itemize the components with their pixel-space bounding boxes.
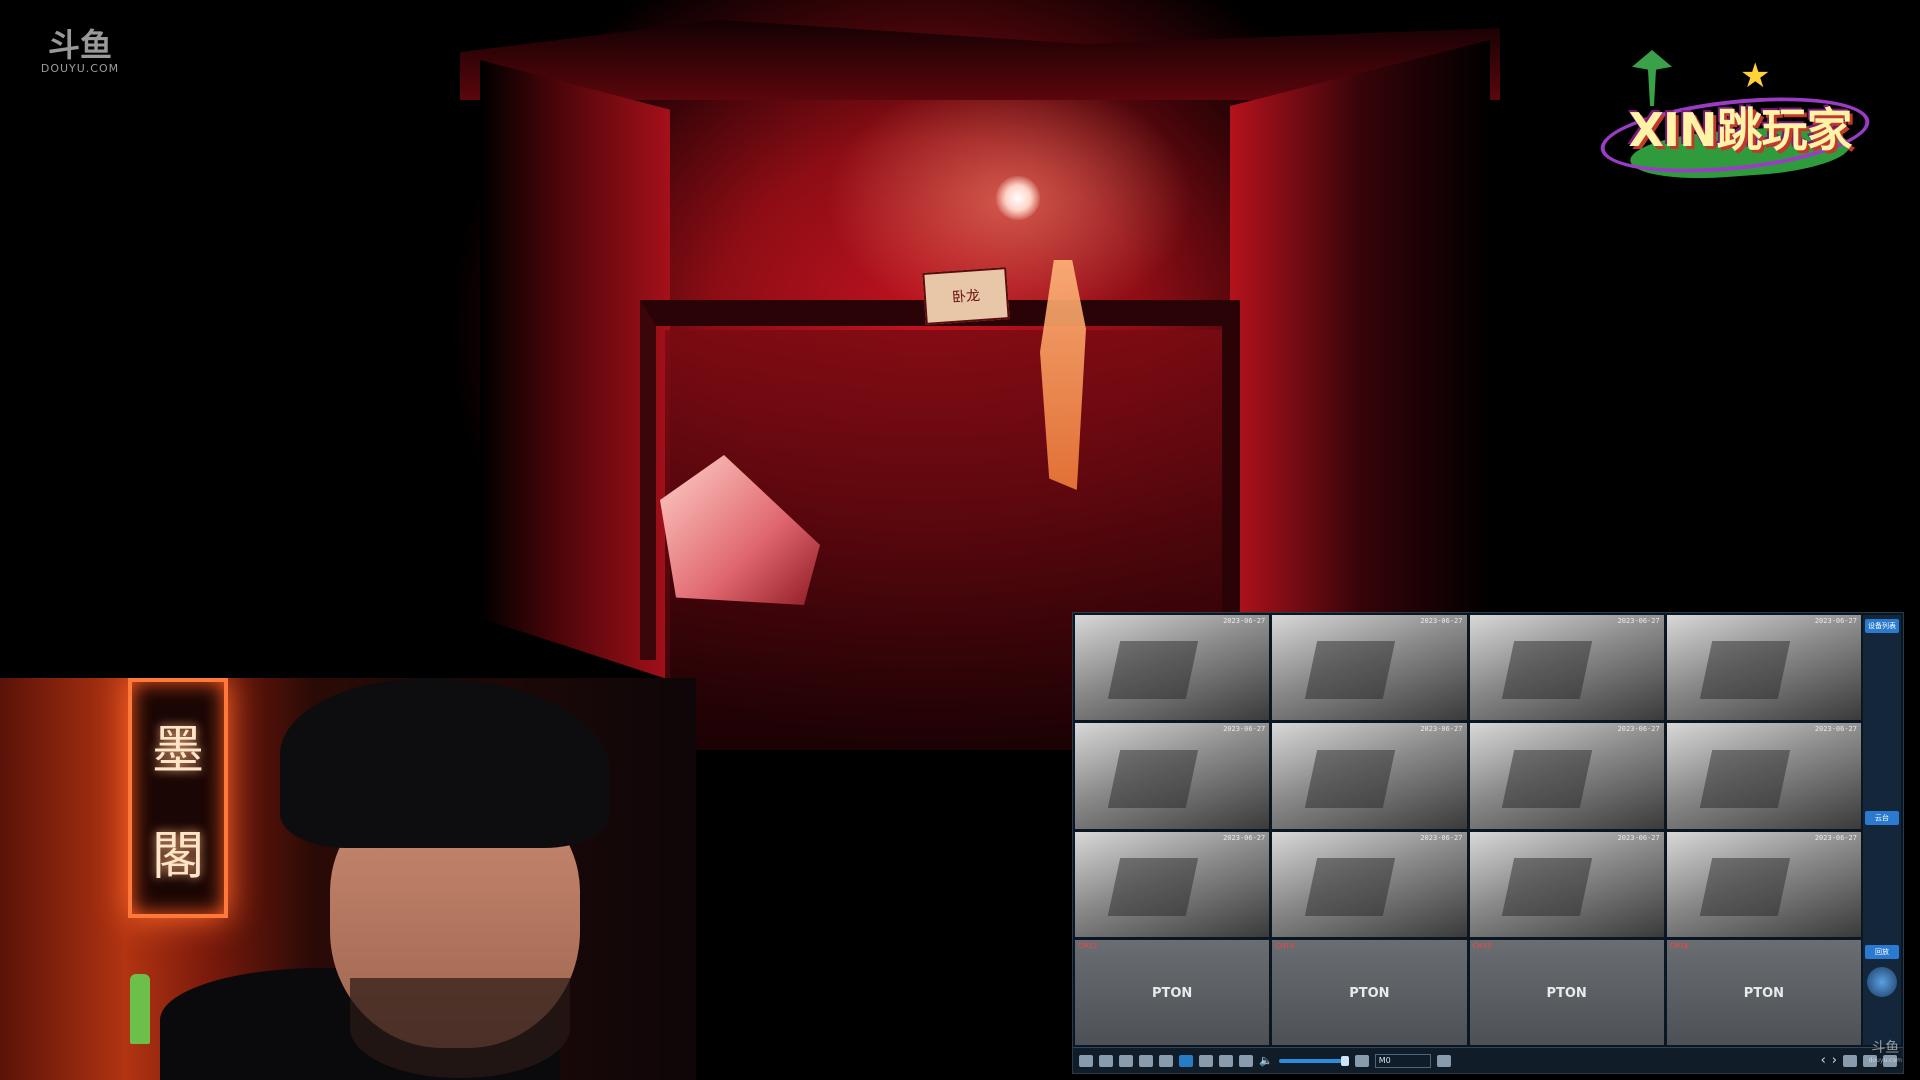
right-wall [1230, 40, 1490, 700]
camera-timestamp: 2023-06-27 [1814, 725, 1857, 734]
camera-tile[interactable]: 2023-06-27 [1666, 831, 1861, 937]
record-icon[interactable] [1239, 1054, 1253, 1067]
streamer-webcam: 墨 閣 [0, 678, 696, 1080]
volume-slider[interactable] [1278, 1055, 1349, 1066]
settings-icon[interactable] [1354, 1054, 1369, 1067]
camera-timestamp: 2023-06-27 [1617, 833, 1660, 842]
ceiling-lamp [996, 176, 1040, 220]
camera-timestamp: 2023-06-27 [1223, 833, 1266, 842]
camera-timestamp: 2023-06-27 [1420, 617, 1463, 625]
neon-sign-char-1: 墨 [151, 720, 204, 781]
dvr-brand-logo: PTON [1546, 986, 1587, 1002]
douyu-logo-domain: DOUYU.COM [40, 62, 120, 75]
layout-custom-icon[interactable] [1179, 1054, 1193, 1067]
capture-icon[interactable] [1219, 1054, 1233, 1067]
star-icon: ★ [1740, 56, 1771, 96]
corner-watermark-text: 斗鱼 [1871, 1040, 1900, 1056]
camera-timestamp: 2023-06-27 [1617, 725, 1660, 734]
camera-timestamp: 2023-06-27 [1223, 725, 1266, 734]
door-sign: 卧龙 [922, 267, 1010, 325]
camera-timestamp: 2023-06-27 [1420, 725, 1463, 734]
camera-tile[interactable]: 2023-06-27 [1469, 831, 1664, 937]
dvr-brand-logo: PTON [1743, 986, 1785, 1002]
empty-camera-tile[interactable]: CH14 PTON [1272, 939, 1467, 1045]
empty-camera-tile[interactable]: CH15 PTON [1469, 939, 1664, 1045]
device-list-button[interactable]: 设备列表 [1865, 619, 1899, 633]
volume-slider-thumb[interactable] [1340, 1055, 1349, 1066]
layout-9-icon[interactable] [1119, 1054, 1133, 1067]
channel-label: CH14 [1275, 941, 1295, 950]
camera-tile[interactable]: 2023-06-27 [1469, 615, 1664, 721]
mute-icon[interactable] [1843, 1054, 1857, 1067]
empty-camera-tile[interactable]: CH13 PTON [1075, 939, 1270, 1045]
streamer-hair [280, 678, 610, 848]
dvr-brand-logo: PTON [1151, 986, 1193, 1002]
streamer-beard [350, 978, 570, 1078]
camera-timestamp: 2023-06-27 [1223, 617, 1266, 625]
camera-tile[interactable]: 2023-06-27 [1666, 615, 1861, 721]
camera-tile[interactable]: 2023-06-27 [1272, 723, 1467, 829]
show-logo: ★ XIN跳玩家 [1597, 50, 1873, 184]
channel-label: CH16 [1669, 941, 1689, 950]
corner-watermark: 斗鱼 douyu.com [1869, 1037, 1902, 1064]
neon-sign-char-2: 閣 [151, 826, 204, 887]
camera-tile[interactable]: 2023-06-27 [1272, 831, 1467, 937]
camera-timestamp: 2023-06-27 [1814, 833, 1857, 842]
camera-timestamp: 2023-06-27 [1420, 833, 1463, 842]
camera-tile[interactable]: 2023-06-27 [1075, 831, 1270, 937]
drink-bottle [130, 974, 150, 1044]
empty-camera-tile[interactable]: CH16 PTON [1666, 939, 1861, 1045]
camera-timestamp: 2023-06-27 [1617, 617, 1660, 625]
layout-4-icon[interactable] [1099, 1054, 1113, 1067]
camera-tile[interactable]: 2023-06-27 [1469, 723, 1664, 829]
ptz-joystick-icon[interactable] [1867, 967, 1897, 997]
channel-label: CH13 [1078, 941, 1098, 950]
export-icon[interactable] [1436, 1054, 1451, 1067]
next-page-icon[interactable]: › [1832, 1054, 1837, 1067]
camera-grid: 2023-06-27 2023-06-27 2023-06-27 2023-06-27… [1075, 615, 1861, 1045]
playback-button[interactable]: 回放 [1865, 945, 1899, 959]
camera-tile[interactable]: 2023-06-27 [1075, 615, 1270, 721]
neon-sign: 墨 閣 [128, 678, 228, 918]
camera-tile[interactable]: 2023-06-27 [1075, 723, 1270, 829]
channel-label: CH15 [1472, 941, 1492, 950]
stream-select[interactable]: M0 [1374, 1053, 1431, 1068]
show-logo-title: XIN跳玩家 [1628, 103, 1852, 157]
fullscreen-icon[interactable] [1199, 1054, 1213, 1067]
douyu-logo-text: 斗鱼 [47, 26, 112, 64]
volume-icon[interactable]: 🔈 [1259, 1054, 1273, 1067]
dvr-side-panel: 设备列表 云台 回放 [1863, 615, 1901, 1045]
corner-watermark-domain: douyu.com [1868, 1057, 1902, 1064]
prev-page-icon[interactable]: ‹ [1821, 1054, 1826, 1067]
cctv-monitor: 2023-06-27 2023-06-27 2023-06-27 2023-06-27… [1072, 612, 1904, 1074]
dvr-brand-logo: PTON [1349, 986, 1390, 1002]
douyu-watermark: 斗鱼 DOUYU.COM [34, 28, 126, 75]
layout-25-icon[interactable] [1159, 1054, 1173, 1067]
camera-tile[interactable]: 2023-06-27 [1272, 615, 1467, 721]
camera-tile[interactable]: 2023-06-27 [1666, 723, 1861, 829]
dvr-toolbar: 🔈 M0 ‹ › [1073, 1047, 1903, 1073]
layout-16-icon[interactable] [1139, 1054, 1153, 1067]
camera-timestamp: 2023-06-27 [1814, 617, 1857, 625]
ptz-button[interactable]: 云台 [1865, 811, 1899, 825]
layout-1-icon[interactable] [1079, 1054, 1093, 1067]
